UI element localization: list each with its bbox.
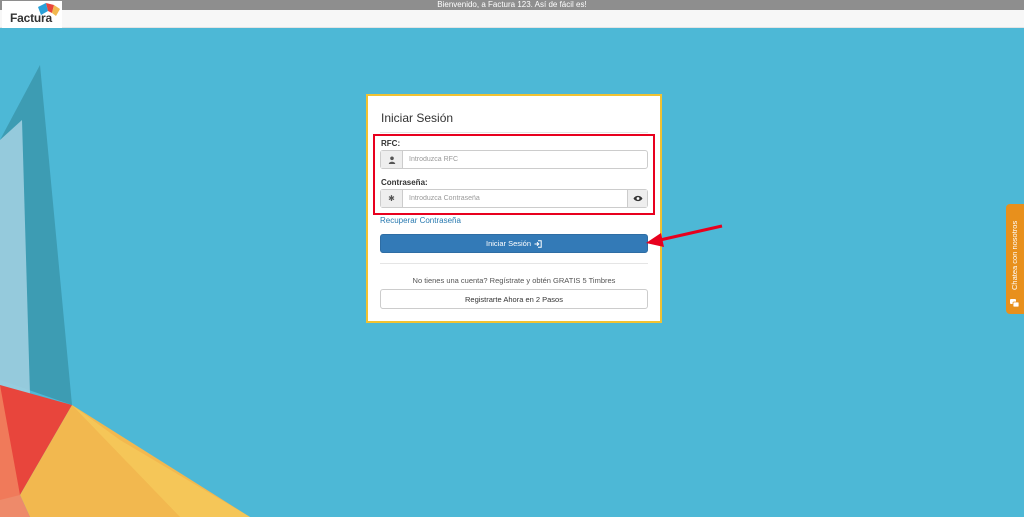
top-bar: Bienvenido, a Factura 123. Así de fácil … bbox=[0, 0, 1024, 10]
login-icon bbox=[534, 239, 542, 248]
password-label: Contraseña: bbox=[381, 178, 428, 187]
password-input-group: ✱ bbox=[380, 189, 648, 208]
login-panel: Iniciar Sesión RFC: Contraseña: ✱ Recupe… bbox=[366, 94, 662, 323]
rfc-input-group bbox=[380, 150, 648, 169]
separator bbox=[380, 263, 648, 264]
eye-icon[interactable] bbox=[627, 190, 647, 207]
signup-text: No tienes una cuenta? Regístrate y obtén… bbox=[412, 276, 616, 285]
welcome-text: Bienvenido, a Factura 123. Así de fácil … bbox=[437, 0, 587, 9]
user-icon bbox=[381, 151, 403, 168]
login-button[interactable]: Iniciar Sesión bbox=[380, 234, 648, 253]
chat-label: Chatea con nosotros bbox=[1010, 220, 1019, 290]
sub-bar bbox=[0, 10, 1024, 28]
chat-icon bbox=[1010, 299, 1019, 307]
login-button-label: Iniciar Sesión bbox=[485, 239, 532, 248]
asterisk-icon: ✱ bbox=[381, 190, 403, 207]
chat-tab[interactable]: Chatea con nosotros bbox=[1006, 204, 1024, 314]
logo-text: Factura bbox=[10, 11, 52, 25]
title-divider bbox=[380, 132, 648, 133]
rfc-input[interactable] bbox=[403, 151, 647, 168]
factura-logo[interactable]: Factura bbox=[2, 1, 62, 28]
password-input[interactable] bbox=[403, 190, 627, 207]
recover-password-link[interactable]: Recuperar Contraseña bbox=[380, 216, 461, 225]
login-title: Iniciar Sesión bbox=[381, 111, 454, 125]
register-button[interactable]: Registrarte Ahora en 2 Pasos bbox=[380, 289, 648, 309]
rfc-label: RFC: bbox=[381, 139, 401, 148]
